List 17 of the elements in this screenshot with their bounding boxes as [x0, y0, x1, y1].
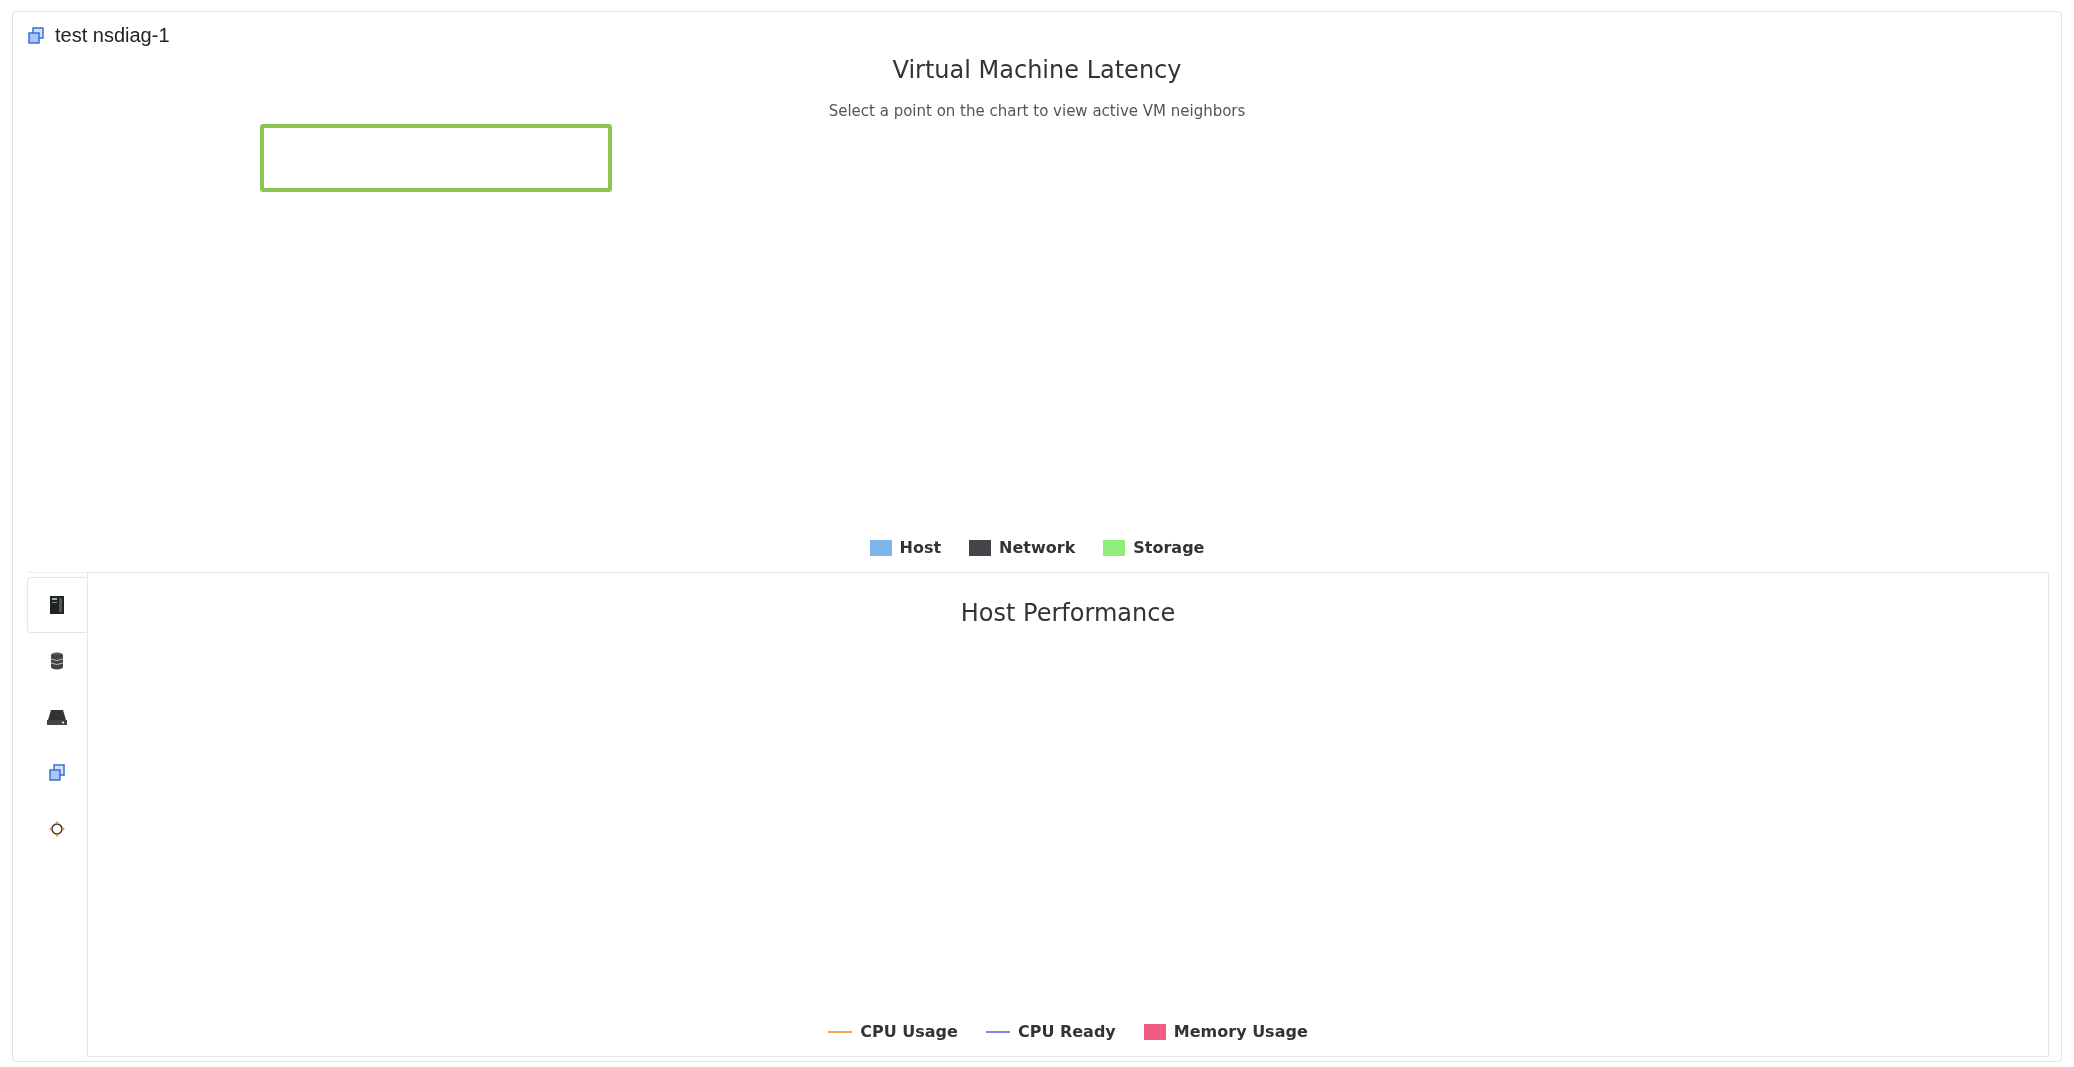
side-tab[interactable] — [27, 577, 87, 633]
panel-title: test nsdiag-1 — [55, 23, 170, 48]
vm-icon — [27, 26, 45, 45]
legend-item[interactable]: Network — [969, 536, 1076, 560]
legend-item[interactable]: CPU Ready — [985, 1020, 1116, 1044]
legend-item[interactable]: Host — [869, 536, 942, 560]
chart-subtitle: Select a point on the chart to view active VM neighbors — [828, 101, 1246, 122]
legend-item[interactable]: CPU Usage — [828, 1020, 958, 1044]
drive-icon — [46, 708, 68, 726]
chart-title: Host Performance — [960, 598, 1176, 629]
vm-icon — [48, 764, 66, 782]
legend-item[interactable]: Memory Usage — [1143, 1020, 1308, 1044]
legend-item[interactable]: Storage — [1103, 536, 1205, 560]
network-icon — [48, 820, 66, 838]
chart-title: Virtual Machine Latency — [892, 55, 1182, 86]
server-icon — [49, 595, 65, 615]
database-icon — [49, 651, 65, 671]
